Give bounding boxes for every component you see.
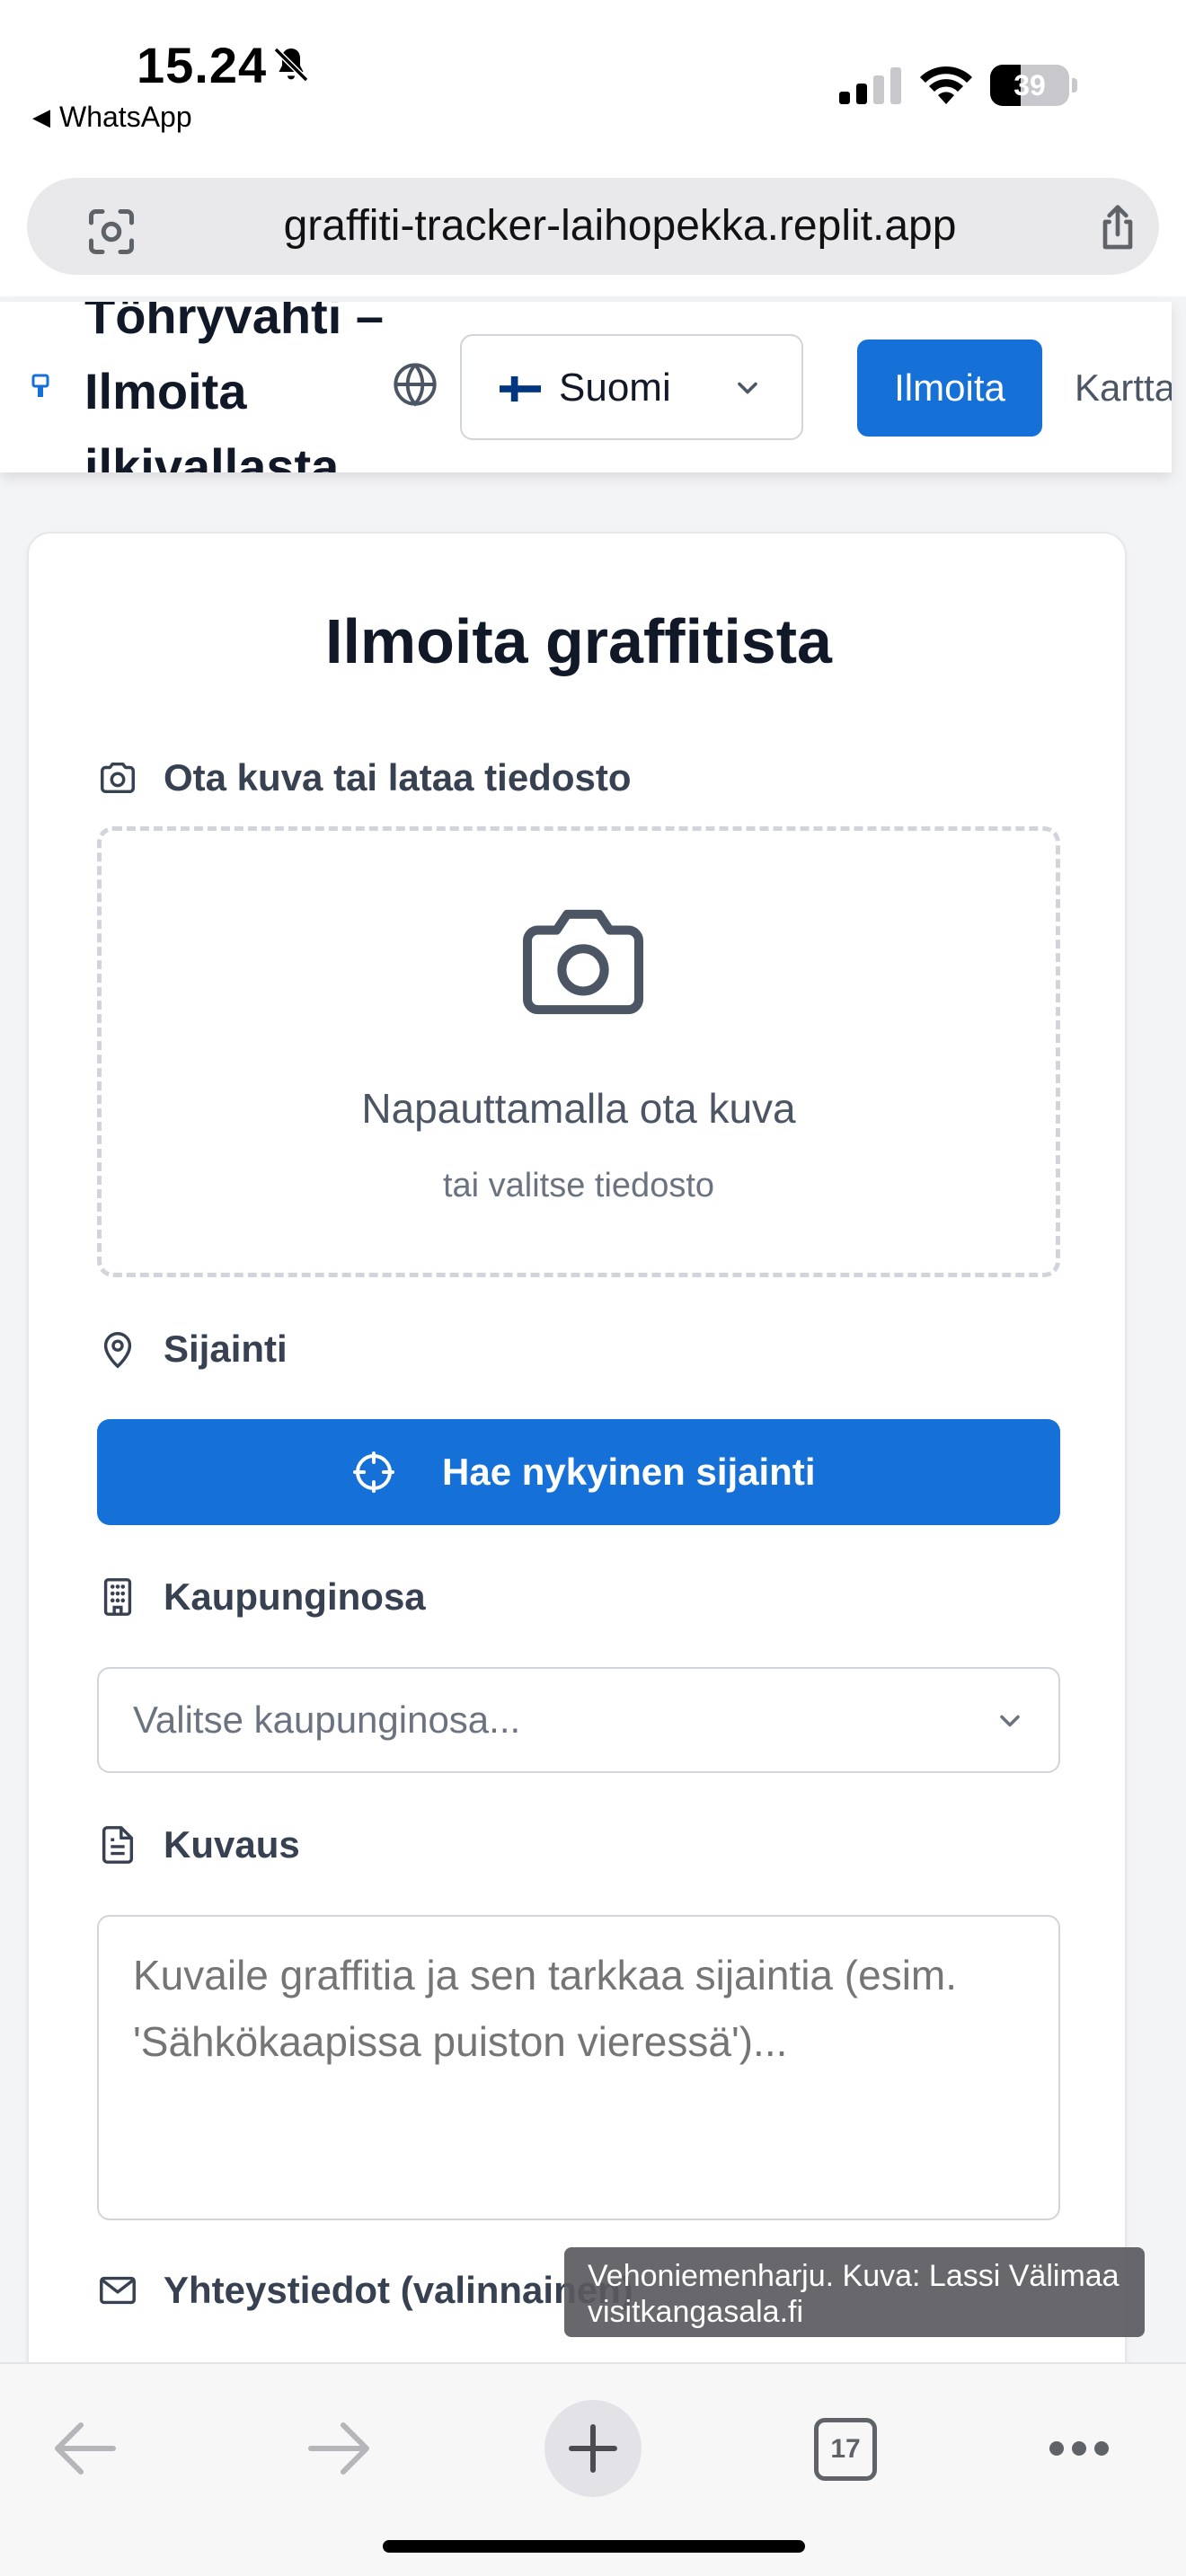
- address-field[interactable]: graffiti-tracker-laihopekka.replit.app: [27, 178, 1159, 275]
- district-select[interactable]: Valitse kaupunginosa...: [97, 1667, 1060, 1773]
- nav-map-link[interactable]: Kartta: [1075, 340, 1172, 437]
- location-field-label: Sijainti: [97, 1328, 288, 1371]
- description-textarea[interactable]: [97, 1915, 1060, 2220]
- home-indicator: [383, 2540, 805, 2553]
- get-location-button[interactable]: Hae nykyinen sijainti: [97, 1419, 1060, 1525]
- back-triangle-icon: ◀: [32, 103, 50, 130]
- photo-credit-line1: Vehoniemenharju. Kuva: Lassi Välimaa: [588, 2259, 1120, 2293]
- building-icon: [103, 1578, 132, 1616]
- photo-credit-overlay: Vehoniemenharju. Kuva: Lassi Välimaa vis…: [564, 2247, 1145, 2337]
- more-icon[interactable]: [1048, 2438, 1111, 2459]
- forward-arrow-icon[interactable]: [305, 2422, 374, 2475]
- map-pin-icon: [103, 1332, 132, 1369]
- status-bar: 15.24 ◀ WhatsApp 39: [0, 0, 1186, 171]
- location-label-text: Sijainti: [164, 1328, 288, 1370]
- nav-report-button[interactable]: Ilmoita: [857, 340, 1042, 437]
- contact-label-text: Yhteystiedot (valinnainen): [164, 2269, 633, 2311]
- district-label-text: Kaupunginosa: [164, 1575, 426, 1618]
- site-title[interactable]: Töhryvahti – Ilmoita ilkivallasta: [84, 302, 390, 472]
- site-header: Töhryvahti – Ilmoita ilkivallasta Suomi …: [0, 302, 1172, 472]
- new-tab-button[interactable]: [544, 2400, 642, 2497]
- language-label: Suomi: [559, 366, 671, 410]
- form-title: Ilmoita graffitista: [325, 606, 832, 676]
- document-icon: [102, 1826, 134, 1864]
- bell-slash-icon: [273, 47, 309, 83]
- photo-field-label: Ota kuva tai lataa tiedosto: [97, 756, 632, 799]
- tabs-icon[interactable]: 17: [814, 2418, 877, 2481]
- chevron-down-icon: [738, 382, 757, 394]
- district-placeholder: Valitse kaupunginosa...: [133, 1698, 521, 1741]
- battery-icon: 39: [990, 65, 1077, 106]
- district-field-label: Kaupunginosa: [97, 1575, 426, 1619]
- finnish-flag-icon: [500, 375, 541, 402]
- crosshair-icon: [353, 1451, 394, 1493]
- mail-icon: [100, 2276, 136, 2305]
- wifi-icon: [920, 66, 972, 104]
- status-time: 15.24: [137, 37, 268, 93]
- get-location-label: Hae nykyinen sijainti: [442, 1451, 816, 1493]
- photo-label-text: Ota kuva tai lataa tiedosto: [164, 756, 632, 798]
- description-field-label: Kuvaus: [97, 1823, 300, 1866]
- browser-url-bar: graffiti-tracker-laihopekka.replit.app: [0, 171, 1186, 296]
- brush-logo-icon: [31, 374, 49, 397]
- battery-level: 39: [1013, 69, 1046, 101]
- url-text[interactable]: graffiti-tracker-laihopekka.replit.app: [162, 178, 1078, 275]
- photo-credit-line2: visitkangasala.fi: [588, 2295, 804, 2329]
- camera-upload-icon: [522, 909, 644, 1015]
- back-to-app-link[interactable]: ◀ WhatsApp: [32, 101, 192, 134]
- description-label-text: Kuvaus: [164, 1823, 300, 1866]
- chevron-down-icon: [1000, 1715, 1020, 1727]
- language-select[interactable]: Suomi: [460, 334, 803, 440]
- camera-icon: [101, 762, 135, 794]
- back-app-label: WhatsApp: [59, 101, 192, 133]
- signal-icon: [839, 67, 901, 104]
- lens-icon[interactable]: [84, 205, 138, 259]
- plus-icon: [569, 2424, 617, 2473]
- contact-field-label: Yhteystiedot (valinnainen): [97, 2269, 633, 2312]
- share-icon[interactable]: [1093, 201, 1143, 255]
- globe-icon: [394, 363, 437, 407]
- upload-primary-text: Napauttamalla ota kuva: [361, 1085, 796, 1132]
- upload-secondary-text: tai valitse tiedosto: [442, 1167, 715, 1204]
- photo-upload-dropzone[interactable]: Napauttamalla ota kuva tai valitse tiedo…: [97, 826, 1060, 1277]
- back-arrow-icon[interactable]: [50, 2422, 119, 2475]
